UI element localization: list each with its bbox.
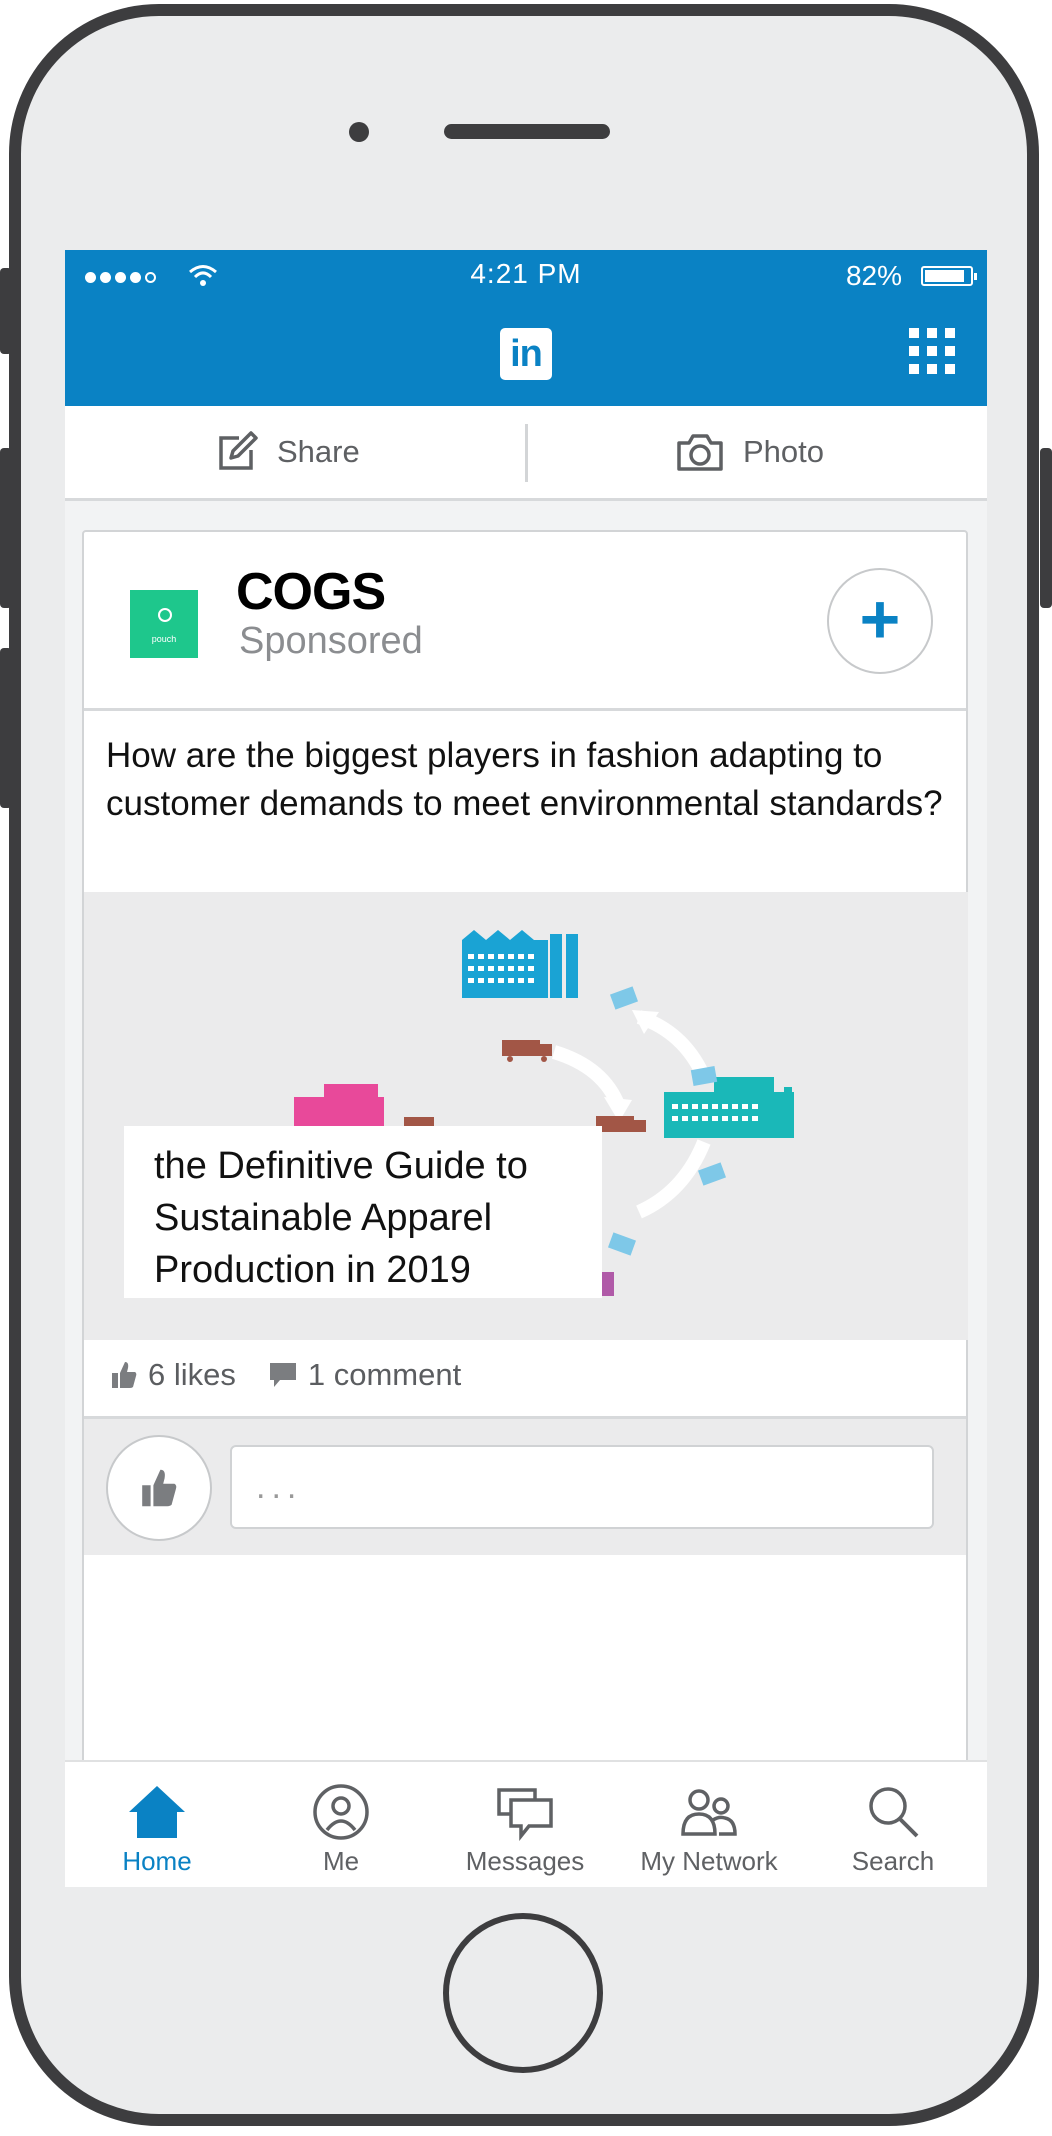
nav-search[interactable]: Search <box>801 1762 985 1887</box>
thumbs-up-icon <box>142 1469 177 1507</box>
post-header: pouch COGS Sponsored + <box>84 532 966 711</box>
nav-home[interactable]: Home <box>65 1762 249 1887</box>
linkedin-logo[interactable]: in <box>500 328 552 380</box>
share-divider <box>525 424 528 482</box>
home-icon <box>129 1786 185 1838</box>
nav-messages[interactable]: Messages <box>433 1762 617 1887</box>
power-button <box>1040 448 1052 608</box>
earpiece-speaker <box>444 124 610 139</box>
bottom-nav: Home Me Messages My Network Search <box>65 1760 987 1887</box>
share-bar: Share Photo <box>65 406 987 501</box>
follow-button[interactable]: + <box>827 568 933 674</box>
comment-icon <box>269 1363 296 1387</box>
company-name[interactable]: COGS <box>236 562 386 622</box>
photo-label: Photo <box>743 434 825 469</box>
nav-messages-label: Messages <box>465 1846 585 1876</box>
battery-icon <box>921 266 977 286</box>
nav-me[interactable]: Me <box>249 1762 433 1887</box>
share-label: Share <box>277 434 360 469</box>
likes-count[interactable]: 6 likes <box>148 1357 236 1393</box>
nav-my-network[interactable]: My Network <box>617 1762 801 1887</box>
battery-percentage: 82% <box>845 260 902 291</box>
nav-my-network-label: My Network <box>640 1846 778 1876</box>
comments-count[interactable]: 1 comment <box>308 1357 461 1393</box>
post-image[interactable]: the Definitive Guide to Sustainable Appa… <box>84 892 968 1340</box>
camera-icon <box>677 434 723 471</box>
app-header: 4:21 PM 82% in <box>65 250 987 406</box>
nav-home-label: Home <box>122 1846 192 1876</box>
logo-text: pouch <box>151 634 177 644</box>
share-button[interactable]: Share <box>215 406 360 498</box>
comment-input[interactable]: ... <box>230 1445 934 1529</box>
photo-button[interactable]: Photo <box>675 406 824 498</box>
company-logo[interactable]: pouch <box>130 590 198 658</box>
post-text: How are the biggest players in fashion a… <box>106 736 943 823</box>
edit-icon <box>219 431 258 470</box>
home-button[interactable] <box>443 1913 603 2073</box>
comment-area: ... <box>84 1416 966 1555</box>
apps-grid-icon[interactable] <box>909 328 955 374</box>
network-icon <box>681 1789 737 1836</box>
app-screen: 4:21 PM 82% in Share Photo pouch COGS Sp… <box>65 250 987 1887</box>
social-counts: 6 likes 1 comment <box>110 1350 461 1400</box>
like-button[interactable] <box>106 1435 212 1541</box>
nav-me-label: Me <box>322 1846 360 1876</box>
profile-icon <box>313 1784 369 1840</box>
nav-search-label: Search <box>851 1846 935 1876</box>
front-camera <box>349 122 369 142</box>
sponsored-post-card: pouch COGS Sponsored + How are the bigge… <box>82 530 968 1887</box>
messages-icon <box>497 1788 553 1841</box>
sponsored-label: Sponsored <box>239 620 423 662</box>
thumbs-up-icon <box>112 1362 137 1388</box>
search-icon <box>869 1787 919 1838</box>
image-caption: the Definitive Guide to Sustainable Appa… <box>154 1145 528 1291</box>
